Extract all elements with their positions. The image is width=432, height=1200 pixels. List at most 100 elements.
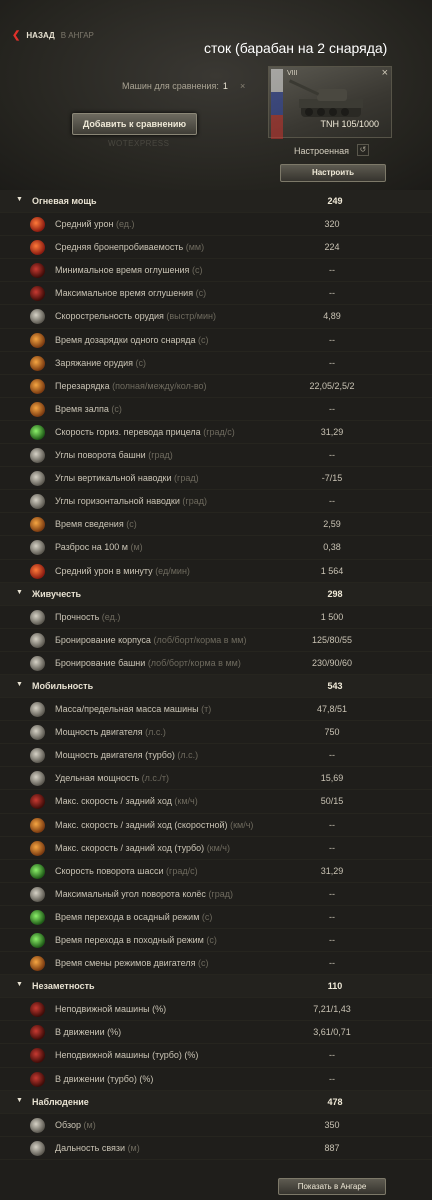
- stat-label: Неподвижной машины (%): [55, 1004, 167, 1015]
- stat-unit: (м): [127, 1142, 140, 1153]
- clear-compare-icon[interactable]: ×: [240, 81, 245, 91]
- stat-unit: (л.с.): [177, 750, 199, 761]
- stat-row: Средний урон (ед.) 320: [0, 213, 432, 237]
- stat-label: Обзор (м): [55, 1119, 96, 1130]
- stat-unit: (м): [130, 542, 143, 553]
- stat-value: --: [329, 1073, 335, 1084]
- chevron-left-icon: ❮: [12, 30, 21, 41]
- stat-row: Удельная мощность (л.с./т) 15,69: [0, 767, 432, 791]
- chevron-down-icon: ▼: [16, 196, 23, 203]
- add-to-compare-button[interactable]: Добавить к сравнению: [72, 113, 197, 135]
- stat-row: Разброс на 100 м (м) 0,38: [0, 536, 432, 560]
- aim-time-icon: [30, 517, 45, 533]
- stat-label: Макс. скорость / задний ход (км/ч): [55, 796, 198, 807]
- tank-card[interactable]: VIII × TNH 105/1000: [268, 66, 392, 139]
- hangar-label: В АНГАР: [60, 31, 94, 40]
- stat-unit: (полная/между/кол-во): [112, 380, 207, 391]
- stat-value: --: [329, 450, 335, 461]
- stat-label: Масса/предельная масса машины (т): [55, 704, 212, 715]
- stat-unit: (с): [201, 911, 213, 922]
- compare-count: Машин для сравнения: 1: [122, 81, 228, 91]
- dispersion-icon: [30, 540, 45, 556]
- section-header[interactable]: ▼ Огневая мощь 249: [0, 190, 432, 214]
- stat-unit: (с): [198, 334, 209, 345]
- stat-unit: (град/с): [203, 426, 235, 437]
- stat-value: --: [329, 334, 335, 345]
- stat-row: Средний урон в минуту (ед/мин) 1 564: [0, 560, 432, 583]
- turret-armor-icon: [30, 655, 45, 671]
- stat-unit: (л.с.): [145, 727, 166, 738]
- show-in-hangar-button[interactable]: Показать в Ангаре: [278, 1178, 386, 1195]
- stat-label: Удельная мощность (л.с./т): [55, 773, 170, 784]
- stat-label: Время перехода в походный режим (с): [55, 935, 217, 945]
- stat-label: Заряжание орудия (с): [55, 357, 147, 368]
- penetration-icon: [30, 240, 45, 256]
- remove-tank-icon[interactable]: ×: [382, 67, 388, 79]
- stat-value: 15,69: [320, 773, 344, 784]
- stat-label: Углы горизонтальной наводки (град): [55, 496, 207, 507]
- camo-moving-turbo-icon: [30, 1071, 45, 1087]
- stat-value: -7/15: [321, 473, 343, 484]
- section-title: Живучесть: [32, 588, 82, 599]
- shell-reload-icon: [30, 332, 45, 348]
- stat-unit: (лоб/борт/корма в мм): [147, 657, 241, 668]
- travel-mode-icon: [30, 933, 45, 948]
- gun-loading-icon: [30, 355, 45, 371]
- stat-value: 31,29: [320, 426, 344, 437]
- stat-label: Время залпа (с): [55, 403, 122, 414]
- stat-label: Скорострельность орудия (выстр/мин): [55, 311, 216, 322]
- section-title: Огневая мощь: [32, 196, 97, 206]
- stat-value: 224: [324, 242, 340, 253]
- section-header[interactable]: ▼ Незаметность 110: [0, 975, 432, 999]
- stat-unit: (град): [208, 888, 233, 899]
- reset-icon[interactable]: ↺: [357, 144, 369, 156]
- salvo-time-icon: [30, 401, 45, 417]
- stat-row: Макс. скорость / задний ход (км/ч) 50/15: [0, 790, 432, 814]
- stat-label: Время сведения (с): [55, 519, 137, 530]
- stat-row: Мощность двигателя (турбо) (л.с.) --: [0, 744, 432, 768]
- section-header[interactable]: ▼ Наблюдение 478: [0, 1090, 432, 1114]
- stat-value: --: [329, 842, 335, 853]
- stat-label: Средний урон в минуту (ед/мин): [55, 565, 190, 576]
- speed-turbo-icon: [30, 840, 45, 856]
- stat-unit: (град): [174, 473, 199, 484]
- section-header[interactable]: ▼ Мобильность 543: [0, 674, 432, 699]
- stat-unit: (т): [201, 704, 212, 715]
- section-header[interactable]: ▼ Живучесть 298: [0, 582, 432, 606]
- stat-unit: (с): [135, 357, 147, 368]
- stat-value: 125/80/55: [311, 634, 353, 645]
- stat-row: Скорость гориз. перевода прицела (град/с…: [0, 421, 432, 445]
- view-range-icon: [30, 1117, 45, 1133]
- stat-value: 4,89: [323, 311, 341, 322]
- stat-row: Макс. скорость / задний ход (скоростной)…: [0, 814, 432, 837]
- stat-value: 1 500: [320, 611, 344, 622]
- stat-value: --: [329, 403, 335, 414]
- stat-value: 350: [324, 1119, 340, 1130]
- stat-unit: (ед.): [101, 611, 121, 622]
- stat-row: Время дозарядки одного снаряда (с) --: [0, 329, 432, 352]
- weight-icon: [30, 702, 45, 718]
- stat-row: Максимальное время оглушения (с) --: [0, 282, 432, 306]
- stat-label: Бронирование корпуса (лоб/борт/корма в м…: [55, 634, 247, 645]
- section-score: 298: [327, 588, 343, 599]
- stat-unit: (с): [195, 288, 207, 299]
- stat-value: 31,29: [320, 865, 344, 876]
- setup-button[interactable]: Настроить: [280, 164, 386, 182]
- stat-value: 22,05/2,5/2: [309, 380, 355, 391]
- stat-row: Минимальное время оглушения (с) --: [0, 259, 432, 283]
- section-title: Мобильность: [32, 680, 94, 691]
- power-ratio-icon: [30, 771, 45, 787]
- back-to-hangar-link[interactable]: ❮ НАЗАД В АНГАР: [12, 30, 94, 41]
- stat-label: Неподвижной машины (турбо) (%): [55, 1050, 199, 1061]
- stat-label: Макс. скорость / задний ход (скоростной)…: [55, 819, 254, 830]
- camo-stationary-turbo-icon: [30, 1048, 45, 1064]
- stat-row: Время сведения (с) 2,59: [0, 513, 432, 537]
- stat-label: Средняя бронепробиваемость (мм): [55, 242, 205, 253]
- stun-max-icon: [30, 286, 45, 302]
- stat-unit: (м): [83, 1119, 96, 1130]
- stat-row: Неподвижной машины (%) 7,21/1,43: [0, 998, 432, 1022]
- stat-value: 750: [324, 727, 340, 738]
- compare-count-label: Машин для сравнения:: [122, 81, 219, 91]
- stat-label: Макс. скорость / задний ход (турбо) (км/…: [55, 842, 230, 853]
- stat-unit: (км/ч): [230, 819, 254, 830]
